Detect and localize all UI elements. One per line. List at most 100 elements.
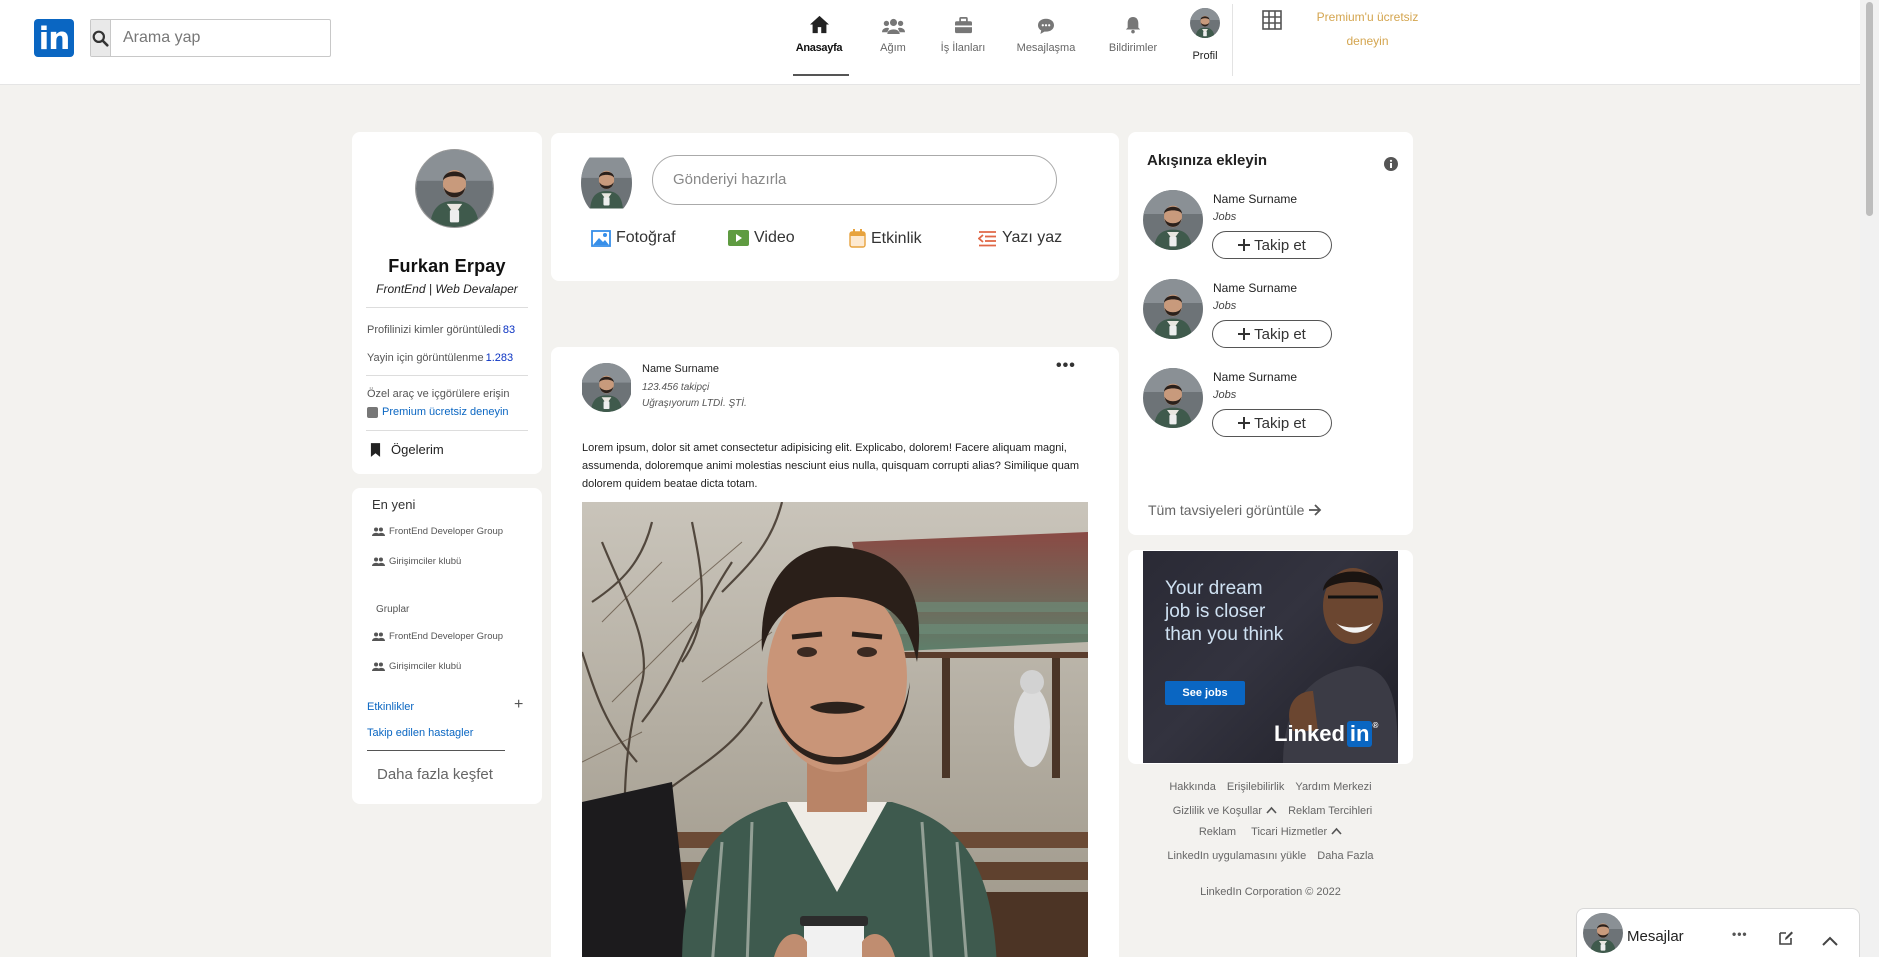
nav-network[interactable]: Ağım bbox=[856, 8, 930, 54]
write-article-button[interactable]: Yazı yaz bbox=[978, 229, 1062, 247]
post-author-name[interactable]: Name Surname bbox=[642, 363, 719, 375]
info-icon[interactable] bbox=[1384, 157, 1398, 176]
search-input[interactable] bbox=[111, 20, 330, 56]
nav-notifications[interactable]: Bildirimler bbox=[1096, 8, 1170, 54]
video-icon bbox=[728, 230, 749, 246]
network-icon bbox=[856, 8, 930, 34]
view-all-recommendations-link[interactable]: Tüm tavsiyeleri görüntüle bbox=[1148, 502, 1322, 518]
divider bbox=[367, 750, 505, 751]
footer-link[interactable]: LinkedIn uygulamasını yükle bbox=[1167, 850, 1306, 862]
recent-group-item[interactable]: FrontEnd Developer Group bbox=[372, 526, 503, 537]
page-scrollbar[interactable] bbox=[1860, 0, 1879, 957]
arrow-right-icon bbox=[1309, 504, 1322, 516]
messaging-label: Mesajlar bbox=[1627, 928, 1684, 945]
group-icon bbox=[372, 557, 385, 566]
premium-line-2: deneyin bbox=[1346, 34, 1389, 48]
footer-link[interactable]: Erişilebilirlik bbox=[1227, 781, 1284, 793]
discover-more-link[interactable]: Daha fazla keşfet bbox=[377, 766, 493, 783]
apps-grid-icon[interactable] bbox=[1262, 10, 1282, 35]
chevron-up-icon bbox=[1266, 806, 1277, 814]
divider bbox=[366, 307, 528, 308]
nav-divider bbox=[1232, 4, 1233, 76]
suggestion-avatar[interactable] bbox=[1143, 368, 1203, 428]
profile-name[interactable]: Furkan Erpay bbox=[352, 256, 542, 277]
group-item[interactable]: Girişimciler klubü bbox=[372, 661, 461, 672]
groups-heading: Gruplar bbox=[376, 604, 410, 615]
suggestion-role: Jobs bbox=[1213, 389, 1237, 401]
divider bbox=[366, 430, 528, 431]
event-button[interactable]: Etkinlik bbox=[849, 229, 922, 248]
follow-button[interactable]: Takip et bbox=[1212, 231, 1332, 259]
job-ad-banner[interactable]: Your dream job is closer than you think … bbox=[1143, 551, 1398, 763]
events-link[interactable]: Etkinlikler bbox=[367, 701, 414, 713]
add-event-button[interactable]: + bbox=[514, 696, 523, 714]
photo-icon bbox=[591, 229, 611, 247]
footer-link-label: Gizlilik ve Koşullar bbox=[1172, 805, 1263, 817]
chevron-up-icon bbox=[1331, 827, 1342, 835]
post-author-followers: 123.456 takipçi bbox=[642, 382, 710, 393]
compose-icon[interactable] bbox=[1778, 930, 1794, 951]
suggestion-avatar[interactable] bbox=[1143, 190, 1203, 250]
photo-label: Fotoğraf bbox=[616, 229, 676, 246]
profile-viewers-stat[interactable]: Profilinizi kimler görüntüledi 83 bbox=[367, 324, 515, 336]
nav-profile[interactable]: Profil bbox=[1168, 8, 1242, 62]
recent-group-item[interactable]: Girişimciler klubü bbox=[372, 556, 461, 567]
post-body: Lorem ipsum, dolor sit amet consectetur … bbox=[582, 442, 1080, 490]
chevron-up-icon[interactable] bbox=[1822, 933, 1838, 951]
saved-items-link[interactable]: Ögelerim bbox=[370, 442, 444, 457]
suggestion-name[interactable]: Name Surname bbox=[1213, 281, 1297, 295]
photo-button[interactable]: Fotoğraf bbox=[591, 229, 676, 247]
premium-trial-link[interactable]: Premium ücretsiz deneyin bbox=[367, 406, 509, 418]
share-avatar bbox=[581, 149, 632, 217]
followed-hashtags-link[interactable]: Takip edilen hastagler bbox=[367, 727, 473, 739]
top-navbar: in Anasayfa Ağım İş İlanları Mesajlaşma bbox=[0, 0, 1860, 85]
footer-link[interactable]: Reklam bbox=[1199, 826, 1236, 838]
article-icon bbox=[978, 230, 996, 246]
nav-messaging[interactable]: Mesajlaşma bbox=[1009, 8, 1083, 54]
nav-label: Anasayfa bbox=[795, 42, 843, 54]
post-options-icon[interactable]: ••• bbox=[1056, 357, 1076, 375]
calendar-icon bbox=[849, 229, 866, 248]
footer-link[interactable]: Daha Fazla bbox=[1317, 850, 1373, 862]
premium-line-1: Premium'u ücretsiz bbox=[1316, 10, 1419, 24]
follow-label: Takip et bbox=[1254, 414, 1306, 432]
search-icon[interactable] bbox=[91, 20, 111, 56]
divider bbox=[366, 375, 528, 376]
linkedin-logo[interactable]: in bbox=[34, 19, 74, 57]
ad-card: Your dream job is closer than you think … bbox=[1128, 550, 1413, 764]
suggestion-name[interactable]: Name Surname bbox=[1213, 370, 1297, 384]
stat-value: 1.283 bbox=[485, 352, 514, 364]
footer-link[interactable]: Hakkında bbox=[1169, 781, 1215, 793]
group-item[interactable]: FrontEnd Developer Group bbox=[372, 631, 503, 642]
messaging-options-icon[interactable]: ••• bbox=[1732, 927, 1748, 941]
messaging-bar[interactable]: Mesajlar ••• bbox=[1576, 908, 1860, 957]
post-views-stat[interactable]: Yayin için görüntülenme 1.283 bbox=[367, 352, 513, 364]
post-image[interactable] bbox=[582, 502, 1088, 957]
add-to-feed-title: Akışınıza ekleyin bbox=[1147, 152, 1268, 169]
ad-brand-text: Linked bbox=[1274, 721, 1345, 746]
stat-label: Yayin için görüntülenme bbox=[367, 352, 484, 364]
suggestion-avatar[interactable] bbox=[1143, 279, 1203, 339]
group-icon bbox=[372, 632, 385, 641]
group-name: Girişimciler klubü bbox=[389, 556, 462, 567]
feed-post: Name Surname 123.456 takipçi Uğraşıyorum… bbox=[551, 347, 1119, 957]
follow-button[interactable]: Takip et bbox=[1212, 409, 1332, 437]
follow-button[interactable]: Takip et bbox=[1212, 320, 1332, 348]
nav-jobs[interactable]: İş İlanları bbox=[926, 8, 1000, 54]
profile-photo[interactable] bbox=[415, 149, 494, 228]
scrollbar-thumb[interactable] bbox=[1866, 2, 1873, 216]
footer-link[interactable]: Reklam Tercihleri bbox=[1288, 805, 1372, 817]
see-jobs-button[interactable]: See jobs bbox=[1165, 681, 1245, 705]
follow-label: Takip et bbox=[1254, 236, 1306, 254]
video-button[interactable]: Video bbox=[728, 229, 795, 247]
nav-home[interactable]: Anasayfa bbox=[782, 8, 856, 54]
post-author-avatar[interactable] bbox=[581, 363, 632, 412]
article-label: Yazı yaz bbox=[1002, 229, 1063, 246]
footer-link[interactable]: Gizlilik ve Koşullar bbox=[1169, 805, 1277, 817]
premium-trial-link[interactable]: Premium'u ücretsiz deneyin bbox=[1305, 5, 1430, 53]
footer-link[interactable]: Ticari Hizmetler bbox=[1247, 826, 1342, 838]
start-post-button[interactable]: Gönderiyi hazırla bbox=[652, 155, 1057, 205]
copyright: LinkedIn Corporation © 2022 bbox=[1200, 886, 1341, 898]
suggestion-name[interactable]: Name Surname bbox=[1213, 192, 1297, 206]
footer-link[interactable]: Yardım Merkezi bbox=[1295, 781, 1371, 793]
